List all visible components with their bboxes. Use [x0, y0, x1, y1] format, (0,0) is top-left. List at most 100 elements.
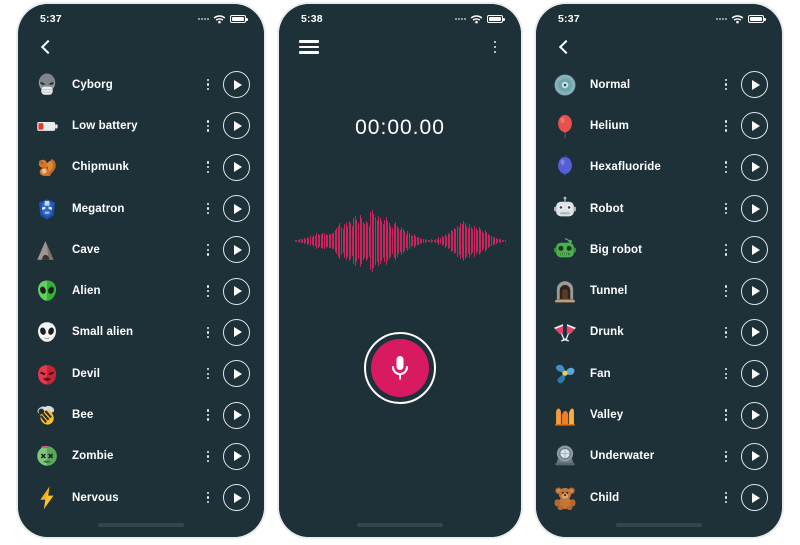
waveform-bar: [340, 226, 342, 256]
play-icon[interactable]: [741, 112, 768, 140]
kebab-menu-icon[interactable]: [487, 38, 503, 56]
list-item[interactable]: Fan: [548, 353, 768, 394]
waveform-bar: [356, 219, 357, 263]
waveform-bar: [385, 217, 387, 265]
list-item[interactable]: Bee: [30, 394, 250, 435]
play-icon[interactable]: [741, 318, 768, 346]
waveform-bar: [347, 225, 348, 257]
list-item[interactable]: Megatron: [30, 188, 250, 229]
kebab-menu-icon[interactable]: [719, 75, 733, 95]
play-icon[interactable]: [741, 71, 768, 99]
kebab-menu-icon[interactable]: [201, 199, 215, 219]
kebab-menu-icon[interactable]: [719, 405, 733, 425]
kebab-menu-icon[interactable]: [719, 281, 733, 301]
play-icon[interactable]: [223, 153, 250, 181]
status-indicators: [455, 14, 505, 24]
list-item[interactable]: Small alien: [30, 312, 250, 353]
kebab-menu-icon[interactable]: [201, 405, 215, 425]
kebab-menu-icon[interactable]: [201, 75, 215, 95]
bee-emoji: [30, 398, 64, 432]
play-icon[interactable]: [223, 112, 250, 140]
play-icon[interactable]: [741, 195, 768, 223]
waveform-bar: [449, 233, 450, 249]
list-item[interactable]: Child: [548, 477, 768, 513]
diving-helmet-emoji: [548, 439, 582, 473]
play-icon[interactable]: [741, 277, 768, 305]
list-item[interactable]: Hexafluoride: [548, 147, 768, 188]
play-icon[interactable]: [741, 153, 768, 181]
waveform-bar: [492, 236, 494, 246]
play-icon[interactable]: [741, 442, 768, 470]
kebab-menu-icon[interactable]: [719, 157, 733, 177]
kebab-menu-icon[interactable]: [719, 199, 733, 219]
waveform-bar: [316, 233, 317, 249]
back-chevron-icon[interactable]: [38, 38, 56, 56]
waveform-bar: [432, 239, 433, 243]
home-indicator[interactable]: [98, 523, 184, 527]
kebab-menu-icon[interactable]: [201, 364, 215, 384]
list-item[interactable]: Low battery: [30, 105, 250, 146]
play-icon[interactable]: [223, 236, 250, 264]
kebab-menu-icon[interactable]: [719, 240, 733, 260]
kebab-menu-icon[interactable]: [201, 488, 215, 508]
play-icon[interactable]: [741, 236, 768, 264]
list-item[interactable]: Helium: [548, 105, 768, 146]
audio-waveform: [294, 206, 506, 276]
list-item[interactable]: Drunk: [548, 312, 768, 353]
waveform-bar: [475, 227, 477, 255]
list-item[interactable]: Chipmunk: [30, 147, 250, 188]
list-item[interactable]: Alien: [30, 270, 250, 311]
list-item[interactable]: Valley: [548, 394, 768, 435]
hamburger-menu-icon[interactable]: [299, 39, 319, 55]
waveform-bar: [393, 224, 395, 258]
wifi-icon: [731, 15, 744, 24]
kebab-menu-icon[interactable]: [201, 116, 215, 136]
kebab-menu-icon[interactable]: [719, 322, 733, 342]
list-item[interactable]: Robot: [548, 188, 768, 229]
waveform-bar: [373, 213, 374, 269]
kebab-menu-icon[interactable]: [719, 488, 733, 508]
list-item[interactable]: Devil: [30, 353, 250, 394]
waveform-bar: [399, 230, 401, 252]
battery-full-icon: [748, 15, 766, 23]
play-icon[interactable]: [223, 401, 250, 429]
kebab-menu-icon[interactable]: [201, 446, 215, 466]
list-item[interactable]: Underwater: [548, 436, 768, 477]
kebab-menu-icon[interactable]: [201, 240, 215, 260]
waveform-bar: [339, 223, 340, 259]
list-item[interactable]: Big robot: [548, 229, 768, 270]
kebab-menu-icon[interactable]: [201, 322, 215, 342]
waveform-bar: [319, 235, 320, 247]
list-item-label: Megatron: [72, 202, 125, 215]
play-icon[interactable]: [741, 360, 768, 388]
kebab-menu-icon[interactable]: [719, 116, 733, 136]
play-icon[interactable]: [741, 484, 768, 512]
list-item[interactable]: Zombie: [30, 436, 250, 477]
play-icon[interactable]: [741, 401, 768, 429]
play-icon[interactable]: [223, 442, 250, 470]
list-item[interactable]: Cave: [30, 229, 250, 270]
home-indicator[interactable]: [357, 523, 443, 527]
list-item[interactable]: Cyborg: [30, 64, 250, 105]
wifi-icon: [213, 15, 226, 24]
play-icon[interactable]: [223, 277, 250, 305]
home-indicator[interactable]: [616, 523, 702, 527]
list-item[interactable]: Tunnel: [548, 270, 768, 311]
play-icon[interactable]: [223, 360, 250, 388]
effects-list[interactable]: Cyborg Low battery Chipmunk Megatron Cav…: [18, 64, 264, 513]
list-item[interactable]: Normal: [548, 64, 768, 105]
waveform-bar: [413, 233, 415, 249]
play-icon[interactable]: [223, 318, 250, 346]
kebab-menu-icon[interactable]: [201, 157, 215, 177]
waveform-bar: [337, 225, 339, 257]
effects-list[interactable]: Normal Helium Hexafluoride Robot Big rob…: [536, 64, 782, 513]
kebab-menu-icon[interactable]: [201, 281, 215, 301]
kebab-menu-icon[interactable]: [719, 446, 733, 466]
list-item[interactable]: Nervous: [30, 477, 250, 513]
play-icon[interactable]: [223, 484, 250, 512]
record-button[interactable]: [364, 332, 436, 404]
back-chevron-icon[interactable]: [556, 38, 574, 56]
kebab-menu-icon[interactable]: [719, 364, 733, 384]
play-icon[interactable]: [223, 71, 250, 99]
play-icon[interactable]: [223, 195, 250, 223]
